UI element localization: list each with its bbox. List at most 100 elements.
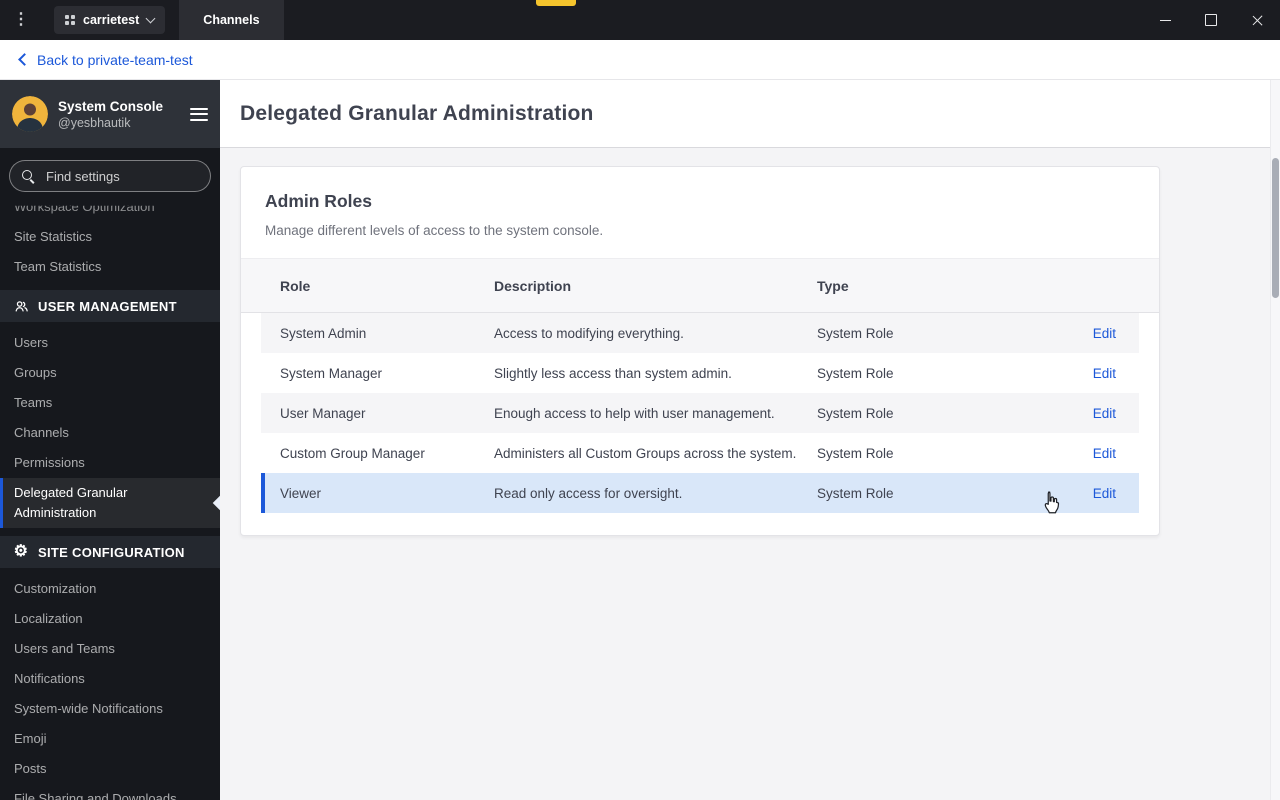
sidebar-item-groups[interactable]: Groups bbox=[0, 358, 220, 388]
cell-role: System Manager bbox=[280, 365, 383, 381]
sidebar-header: System Console @yesbhautik bbox=[0, 80, 220, 148]
table-body: System Admin Access to modifying everythi… bbox=[261, 313, 1139, 513]
edit-link[interactable]: Edit bbox=[1093, 326, 1116, 341]
sidebar-item-posts[interactable]: Posts bbox=[0, 754, 220, 784]
chevron-down-icon bbox=[145, 13, 156, 24]
scrollbar-thumb[interactable] bbox=[1272, 158, 1279, 298]
table-row-viewer[interactable]: Viewer Read only access for oversight. Sys… bbox=[261, 473, 1139, 513]
section-header-site-configuration: ⚙ SITE CONFIGURATION bbox=[0, 536, 220, 568]
section-header-user-management: USER MANAGEMENT bbox=[0, 290, 220, 322]
edit-link[interactable]: Edit bbox=[1093, 406, 1116, 421]
sidebar-item-system-wide-notifications[interactable]: System-wide Notifications bbox=[0, 694, 220, 724]
section-label: SITE CONFIGURATION bbox=[38, 544, 185, 560]
sidebar-item-localization[interactable]: Localization bbox=[0, 604, 220, 634]
cell-description: Read only access for oversight. bbox=[494, 485, 683, 501]
cell-type: System Role bbox=[817, 405, 894, 421]
sidebar-header-titles: System Console @yesbhautik bbox=[58, 98, 180, 130]
cell-type: System Role bbox=[817, 365, 894, 381]
minimize-button[interactable] bbox=[1142, 0, 1188, 40]
table-row-user-manager[interactable]: User Manager Enough access to help with u… bbox=[261, 393, 1139, 433]
table-row-system-manager[interactable]: System Manager Slightly less access than … bbox=[261, 353, 1139, 393]
sidebar-item-permissions[interactable]: Permissions bbox=[0, 448, 220, 478]
avatar bbox=[12, 96, 48, 132]
titlebar: ⋮ carrietest Channels bbox=[0, 0, 1280, 40]
sidebar-item-delegated-granular-administration[interactable]: Delegated Granular Administration bbox=[0, 478, 220, 528]
sidebar-item-label: Permissions bbox=[14, 455, 85, 470]
sidebar-item-label: Localization bbox=[14, 611, 83, 626]
sidebar-item-label: Users and Teams bbox=[14, 641, 115, 656]
cell-description: Slightly less access than system admin. bbox=[494, 365, 732, 381]
cell-role: System Admin bbox=[280, 325, 367, 341]
sidebar-scroll-area: Workspace Optimization Site Statistics Te… bbox=[0, 196, 220, 800]
sidebar-item-teams[interactable]: Teams bbox=[0, 388, 220, 418]
close-icon bbox=[1251, 14, 1264, 27]
cell-type: System Role bbox=[817, 445, 894, 461]
tab-channels-label: Channels bbox=[203, 13, 260, 27]
site-configuration-items: Customization Localization Users and Teams… bbox=[0, 574, 220, 800]
sidebar-search bbox=[0, 148, 220, 196]
sidebar-top-items: Site Statistics Team Statistics bbox=[0, 222, 220, 282]
page-header: Delegated Granular Administration bbox=[220, 80, 1280, 148]
card-title: Admin Roles bbox=[265, 191, 372, 211]
sidebar-item-notifications[interactable]: Notifications bbox=[0, 664, 220, 694]
search-icon bbox=[22, 169, 35, 183]
sidebar-item-customization[interactable]: Customization bbox=[0, 574, 220, 604]
back-bar: Back to private-team-test bbox=[0, 40, 1280, 80]
maximize-icon bbox=[1205, 14, 1217, 26]
minimize-icon bbox=[1159, 19, 1171, 21]
window-controls bbox=[1142, 0, 1280, 40]
sidebar-item-users[interactable]: Users bbox=[0, 328, 220, 358]
cell-role: Custom Group Manager bbox=[280, 445, 425, 461]
card-subtitle: Manage different levels of access to the… bbox=[265, 223, 604, 238]
selected-item-arrow bbox=[212, 495, 220, 511]
scrollbar-track[interactable] bbox=[1270, 80, 1280, 800]
gear-icon: ⚙ bbox=[13, 543, 29, 560]
edit-link[interactable]: Edit bbox=[1093, 446, 1116, 461]
close-button[interactable] bbox=[1234, 0, 1280, 40]
column-header-type: Type bbox=[817, 277, 849, 294]
sidebar-item-label: Posts bbox=[14, 761, 47, 776]
card-header: Admin Roles Manage different levels of a… bbox=[241, 167, 1159, 258]
search-input[interactable] bbox=[44, 167, 198, 185]
hamburger-menu-icon[interactable] bbox=[190, 100, 208, 128]
search-pill[interactable] bbox=[9, 160, 211, 192]
maximize-button[interactable] bbox=[1188, 0, 1234, 40]
cell-role: Viewer bbox=[280, 485, 322, 501]
sidebar-item-workspace-optimization[interactable]: Workspace Optimization bbox=[0, 206, 220, 222]
table-row-custom-group-manager[interactable]: Custom Group Manager Administers all Cust… bbox=[261, 433, 1139, 473]
chevron-left-icon bbox=[18, 53, 31, 66]
edit-link[interactable]: Edit bbox=[1093, 366, 1116, 381]
sidebar-item-label: Users bbox=[14, 335, 48, 350]
sidebar-item-users-and-teams[interactable]: Users and Teams bbox=[0, 634, 220, 664]
cell-action: Edit bbox=[1069, 406, 1139, 421]
system-console-sidebar: System Console @yesbhautik Workspace Opt… bbox=[0, 80, 220, 800]
sidebar-item-file-sharing-and-downloads[interactable]: File Sharing and Downloads bbox=[0, 784, 220, 800]
cell-role: User Manager bbox=[280, 405, 366, 421]
sidebar-item-label: File Sharing and Downloads bbox=[14, 791, 177, 800]
cell-action: Edit bbox=[1069, 326, 1139, 341]
sidebar-item-label: Customization bbox=[14, 581, 97, 596]
server-selector[interactable]: carrietest bbox=[54, 6, 166, 34]
sidebar-item-label: Channels bbox=[14, 425, 69, 440]
sidebar-item-label: Delegated Granular Administration bbox=[14, 485, 128, 520]
sidebar-item-site-statistics[interactable]: Site Statistics bbox=[0, 222, 220, 252]
tab-channels[interactable]: Channels bbox=[179, 0, 284, 40]
sidebar-item-label: Groups bbox=[14, 365, 57, 380]
cell-action: Edit bbox=[1069, 446, 1139, 461]
sidebar-item-channels[interactable]: Channels bbox=[0, 418, 220, 448]
products-grid-icon bbox=[65, 15, 75, 25]
sidebar-item-team-statistics[interactable]: Team Statistics bbox=[0, 252, 220, 282]
column-header-description: Description bbox=[494, 277, 572, 294]
back-link[interactable]: Back to private-team-test bbox=[18, 52, 193, 68]
sidebar-item-label: System-wide Notifications bbox=[14, 701, 163, 716]
sidebar-item-label: Teams bbox=[14, 395, 53, 410]
cell-description: Administers all Custom Groups across the… bbox=[494, 445, 797, 461]
content-area: Admin Roles Manage different levels of a… bbox=[220, 148, 1280, 554]
app-menu-icon[interactable]: ⋮ bbox=[0, 0, 42, 40]
sidebar-item-emoji[interactable]: Emoji bbox=[0, 724, 220, 754]
server-name: carrietest bbox=[83, 13, 140, 27]
edit-link[interactable]: Edit bbox=[1093, 486, 1116, 501]
section-label: USER MANAGEMENT bbox=[38, 298, 177, 314]
table-row-system-admin[interactable]: System Admin Access to modifying everythi… bbox=[261, 313, 1139, 353]
cell-description: Access to modifying everything. bbox=[494, 325, 684, 341]
